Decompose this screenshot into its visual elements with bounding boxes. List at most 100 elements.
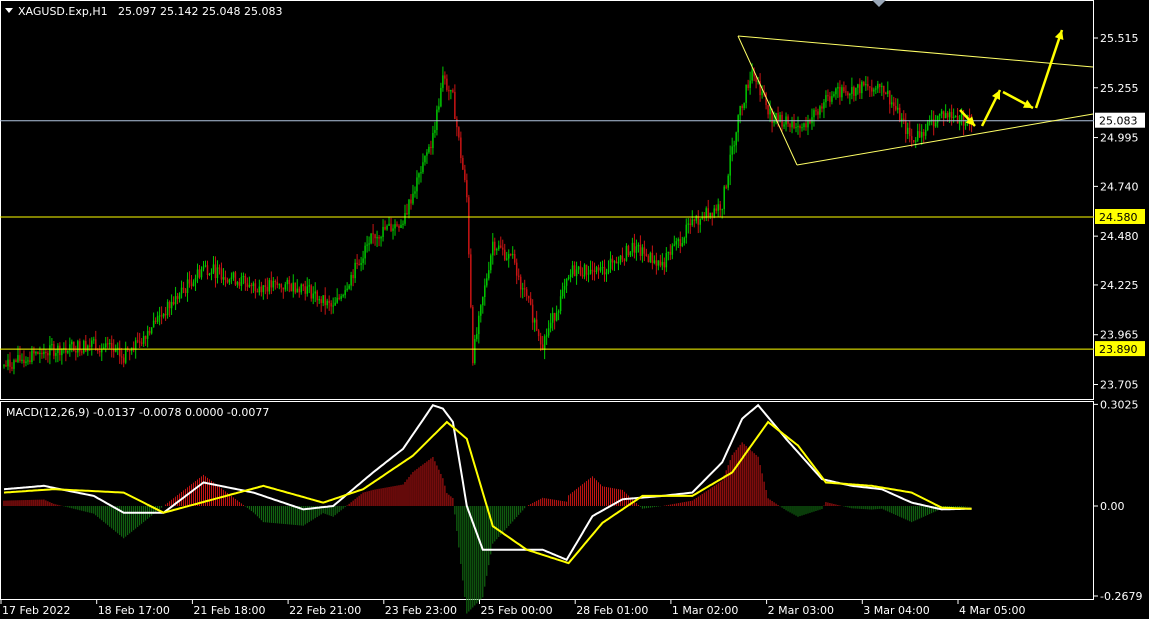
price-tick-label: 24.225: [1100, 279, 1139, 292]
candle-body: [703, 217, 705, 219]
candle-body: [466, 180, 468, 198]
candle-body: [470, 254, 472, 308]
candle-body: [154, 320, 157, 322]
candle-body: [430, 146, 432, 149]
candle-body: [226, 279, 229, 283]
candle-body: [250, 284, 253, 287]
candle-body: [889, 90, 891, 105]
candle-body: [641, 247, 644, 256]
candle-body: [547, 328, 550, 336]
candle-body: [492, 241, 494, 256]
candle-body: [196, 269, 199, 278]
candle-body: [681, 242, 684, 247]
candle-body: [174, 296, 177, 305]
candle-body: [879, 83, 881, 88]
candle-body: [573, 265, 576, 277]
candle-body: [507, 254, 510, 259]
candle-body: [482, 296, 484, 306]
candle-body: [5, 365, 7, 367]
candle-body: [579, 266, 582, 276]
current-price-label: 25.083: [1099, 115, 1138, 128]
candle-body: [316, 291, 318, 301]
candle-body: [99, 350, 101, 353]
candle-body: [603, 266, 606, 275]
candle-body: [829, 96, 831, 102]
candle-body: [916, 131, 919, 141]
candle-body: [827, 95, 829, 97]
candle-body: [673, 244, 676, 246]
candle-body: [108, 343, 111, 345]
candle-body: [801, 127, 803, 129]
candle-body: [244, 275, 247, 284]
candle-body: [523, 288, 526, 290]
candle-body: [296, 288, 299, 293]
candle-body: [120, 356, 123, 358]
trading-chart[interactable]: 25.515 25.255 24.995 24.740 24.480 24.225 23.9…: [0, 0, 1149, 619]
candle-body: [513, 254, 516, 263]
candle-body: [3, 365, 5, 367]
candle-body: [234, 272, 237, 285]
candle-body: [148, 330, 151, 334]
candle-body: [122, 357, 125, 363]
candle-body: [51, 344, 53, 346]
time-tick-label: 4 Mar 05:00: [959, 604, 1025, 617]
candle-body: [17, 355, 19, 362]
candle-body: [37, 352, 39, 354]
candle-body: [21, 359, 23, 361]
candle-body: [593, 270, 596, 272]
candle-body: [232, 272, 235, 278]
candle-body: [35, 352, 37, 354]
candle-body: [799, 125, 801, 129]
candle-body: [416, 177, 418, 192]
candle-body: [146, 330, 149, 339]
price-tick-label: 23.965: [1100, 329, 1139, 342]
candle-body: [729, 154, 731, 176]
candle-body: [498, 245, 500, 250]
candle-body: [202, 266, 205, 270]
candle-body: [374, 234, 376, 239]
candle-body: [278, 284, 281, 286]
candle-body: [871, 87, 873, 92]
candle-body: [59, 345, 61, 356]
candle-body: [565, 279, 568, 286]
candle-body: [895, 106, 897, 110]
candle-body: [398, 225, 400, 228]
candle-body: [404, 213, 406, 224]
candle-body: [338, 297, 340, 299]
candle-body: [422, 162, 424, 173]
candle-body: [356, 262, 358, 264]
candle-body: [330, 303, 332, 307]
candle-body: [733, 145, 735, 147]
time-tick-label: 22 Feb 21:00: [289, 604, 361, 617]
candle-body: [15, 360, 17, 362]
candle-body: [938, 113, 941, 116]
candle-body: [645, 253, 648, 257]
candle-body: [869, 86, 871, 88]
candle-body: [795, 127, 797, 129]
candle-body: [789, 123, 791, 128]
time-tick-label: 3 Mar 04:00: [863, 604, 929, 617]
candle-body: [19, 355, 21, 361]
candle-body: [791, 121, 793, 128]
candle-body: [713, 208, 715, 217]
candle-body: [438, 106, 440, 110]
candle-body: [308, 285, 310, 287]
candle-body: [853, 87, 855, 96]
candle-body: [611, 258, 614, 263]
candle-body: [920, 131, 923, 138]
candle-body: [677, 239, 680, 242]
candle-body: [605, 272, 608, 275]
candle-body: [93, 339, 95, 341]
candle-body: [867, 84, 869, 87]
candle-body: [304, 286, 306, 294]
candle-body: [77, 341, 79, 353]
candle-body: [138, 341, 141, 343]
candle-body: [863, 81, 865, 86]
candle-body: [340, 296, 342, 299]
candle-body: [577, 266, 580, 270]
candle-body: [334, 302, 336, 306]
candle-body: [861, 81, 863, 94]
candle-body: [268, 280, 271, 292]
level-price-label: 23.890: [1099, 343, 1138, 356]
candle-body: [386, 225, 388, 230]
